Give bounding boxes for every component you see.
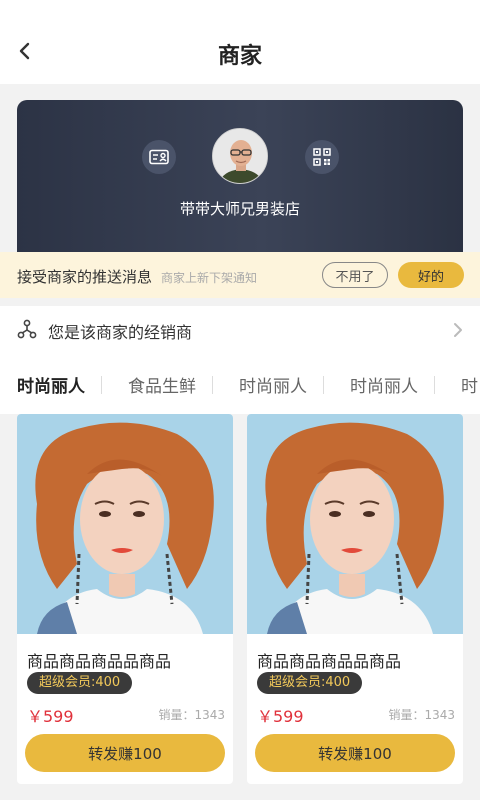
tab-divider — [434, 376, 435, 394]
tab-1[interactable]: 食品生鲜 — [128, 372, 196, 397]
chevron-right-icon — [452, 321, 464, 343]
id-card-icon — [149, 149, 169, 165]
member-price-badge: 超级会员:400 — [257, 672, 363, 694]
qr-code-icon — [313, 148, 331, 166]
avatar-image — [213, 129, 267, 183]
tab-divider — [323, 376, 324, 394]
dealer-row[interactable]: 您是该商家的经销商 — [0, 306, 480, 354]
shop-info-button[interactable] — [142, 140, 176, 174]
tab-divider — [212, 376, 213, 394]
product-image[interactable] — [17, 414, 233, 634]
tab-2[interactable]: 时尚丽人 — [239, 372, 307, 397]
page-title: 商家 — [217, 44, 262, 69]
share-earn-button[interactable]: 转发赚100 — [255, 734, 455, 772]
tab-divider — [101, 376, 102, 394]
tab-0[interactable]: 时尚丽人 — [17, 372, 85, 397]
product-price: ￥599 — [27, 707, 74, 726]
category-tabs: 时尚丽人 食品生鲜 时尚丽人 时尚丽人 时 — [0, 354, 480, 414]
accept-button[interactable]: 好的 — [398, 262, 464, 288]
decline-button[interactable]: 不用了 — [322, 262, 388, 288]
tab-4[interactable]: 时 — [461, 372, 478, 397]
shop-name: 带带大师兄男装店 — [179, 200, 300, 218]
network-icon — [17, 319, 37, 343]
product-price: ￥599 — [257, 707, 304, 726]
dealer-label: 您是该商家的经销商 — [48, 323, 193, 342]
shop-avatar[interactable] — [212, 128, 268, 184]
push-subtitle: 商家上新下架通知 — [161, 271, 258, 285]
product-title: 商品商品商品品商品 — [257, 652, 402, 671]
product-sales: 销量：1343 — [158, 708, 225, 722]
member-price-badge: 超级会员:400 — [27, 672, 133, 694]
product-title: 商品商品商品品商品 — [27, 652, 172, 671]
product-card[interactable]: 商品商品商品品商品 超级会员:400 ￥599 销量：1343 转发赚100 — [247, 414, 463, 784]
qr-code-button[interactable] — [305, 140, 339, 174]
shop-card: 带带大师兄男装店 — [17, 100, 463, 252]
share-earn-button[interactable]: 转发赚100 — [25, 734, 225, 772]
product-sales: 销量：1343 — [388, 708, 455, 722]
tab-3[interactable]: 时尚丽人 — [350, 372, 418, 397]
product-image[interactable] — [247, 414, 463, 634]
header: 商家 — [0, 0, 480, 84]
push-subscribe-bar: 接受商家的推送消息 商家上新下架通知 不用了 好的 — [0, 252, 480, 298]
push-title: 接受商家的推送消息 — [17, 268, 153, 286]
product-card[interactable]: 商品商品商品品商品 超级会员:400 ￥599 销量：1343 转发赚100 — [17, 414, 233, 784]
